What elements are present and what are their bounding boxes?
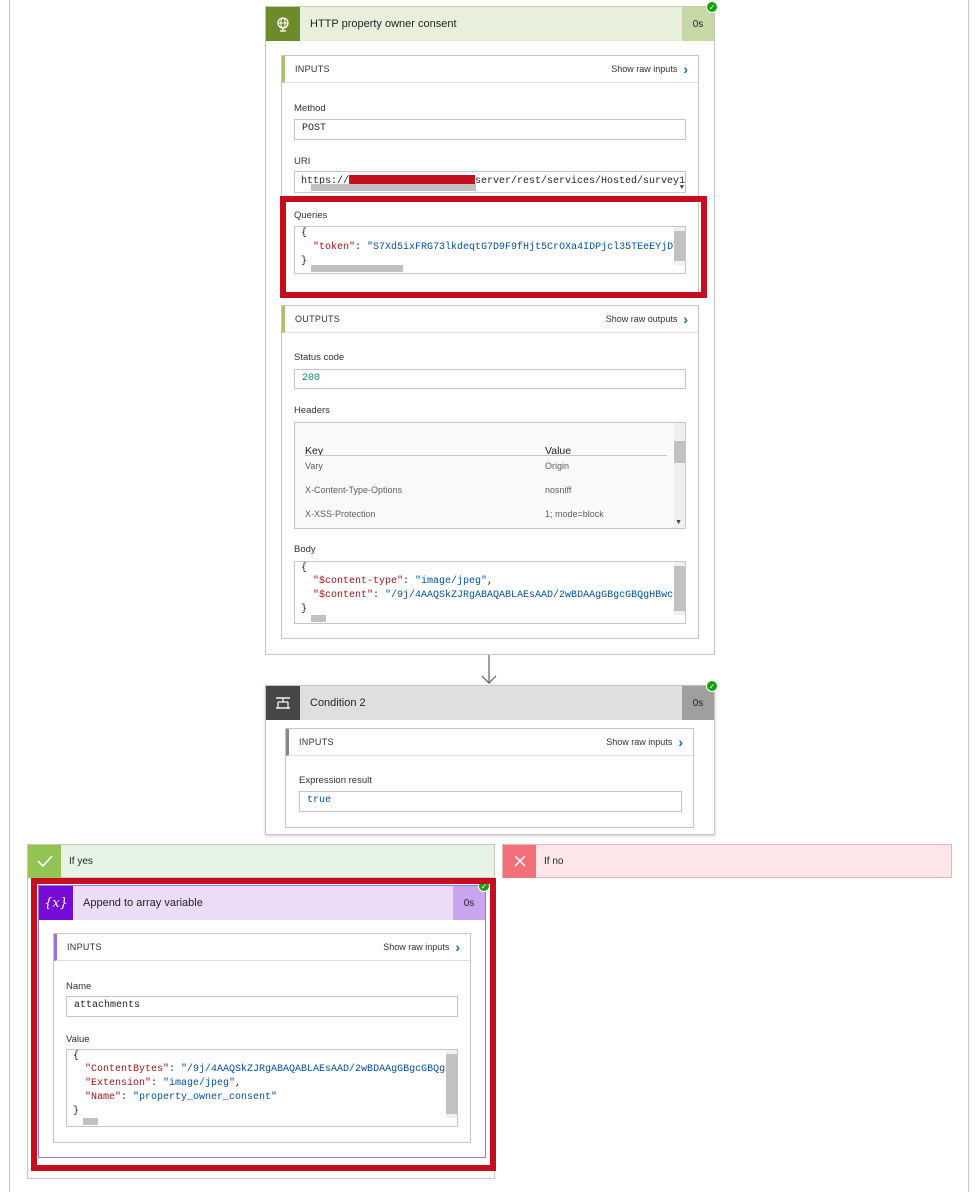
branch-no-label: If no	[544, 855, 564, 867]
condition-inputs-header: INPUTS Show raw inputs ›	[286, 729, 693, 756]
expression-result-field[interactable]: true	[299, 791, 682, 812]
checkmark-icon	[28, 844, 61, 878]
uri-scroll-down-icon[interactable]: ▼	[680, 184, 684, 192]
condition-header[interactable]: Condition 2 0s	[266, 686, 714, 720]
http-outputs-header: OUTPUTS Show raw outputs ›	[282, 306, 698, 333]
body-code[interactable]: { "$content-type": "image/jpeg", "$conte…	[294, 561, 686, 624]
canvas-border-right	[968, 0, 969, 1192]
chevron-right-icon: ›	[683, 311, 688, 327]
condition-icon	[266, 686, 300, 720]
inputs-title: INPUTS	[299, 737, 334, 747]
show-raw-inputs-link[interactable]: Show raw inputs ›	[606, 734, 683, 750]
show-raw-outputs-link[interactable]: Show raw outputs ›	[606, 311, 688, 327]
body-line-1: "$content-type": "image/jpeg",	[313, 576, 494, 587]
condition-success-check-icon: ✓	[706, 680, 718, 692]
status-code-field[interactable]: 200	[294, 369, 686, 389]
body-open-brace: {	[301, 563, 308, 574]
http-inputs-header: INPUTS Show raw inputs ›	[282, 56, 698, 83]
uri-suffix: server/rest/services/Hosted/survey123	[475, 176, 686, 188]
http-success-check-icon: ✓	[706, 1, 718, 13]
branch-yes-header[interactable]: If yes	[27, 844, 495, 878]
canvas-border-left	[9, 0, 10, 1192]
condition-card: Condition 2 0s INPUTS Show raw inputs › E…	[265, 685, 715, 835]
uri-label: URI	[294, 156, 311, 167]
expression-result-label: Expression result	[299, 775, 372, 786]
body-label: Body	[294, 544, 316, 555]
uri-field[interactable]: https://server/rest/services/Hosted/surv…	[294, 171, 686, 193]
outputs-title: OUTPUTS	[295, 314, 341, 324]
inputs-title: INPUTS	[295, 64, 330, 74]
globe-icon	[266, 7, 300, 41]
chevron-right-icon: ›	[678, 734, 683, 750]
headers-table[interactable]: Key Value Vary Origin X-Content-Type-Opti…	[294, 422, 686, 529]
chevron-right-icon: ›	[683, 61, 688, 77]
headers-vscroll[interactable]	[674, 423, 685, 528]
headers-label: Headers	[294, 405, 330, 416]
uri-hscroll-thumb[interactable]	[311, 184, 476, 191]
branch-yes-label: If yes	[69, 855, 93, 867]
body-hscroll-thumb[interactable]	[311, 615, 326, 622]
close-icon	[503, 844, 536, 878]
show-raw-inputs-link[interactable]: Show raw inputs ›	[611, 61, 688, 77]
http-action-header[interactable]: HTTP property owner consent 0s	[266, 7, 714, 41]
headers-divider	[305, 455, 667, 456]
http-action-title: HTTP property owner consent	[310, 18, 457, 30]
condition-title: Condition 2	[310, 697, 366, 709]
method-field[interactable]: POST	[294, 119, 686, 140]
http-action-card: HTTP property owner consent 0s INPUTS Sh…	[265, 6, 715, 655]
body-vscroll[interactable]	[674, 562, 685, 615]
headers-scroll-down-icon[interactable]: ▼	[675, 519, 682, 526]
method-label: Method	[294, 103, 326, 114]
status-code-label: Status code	[294, 352, 345, 363]
body-line-2: "$content": "/9j/4AAQSkZJRgABAQABLAEsAAD…	[313, 590, 686, 601]
highlight-append-variable	[31, 878, 496, 1171]
branch-no-header[interactable]: If no	[502, 844, 952, 878]
highlight-queries	[280, 196, 707, 298]
flow-arrow-icon	[480, 655, 498, 685]
body-close-brace: }	[301, 604, 308, 615]
